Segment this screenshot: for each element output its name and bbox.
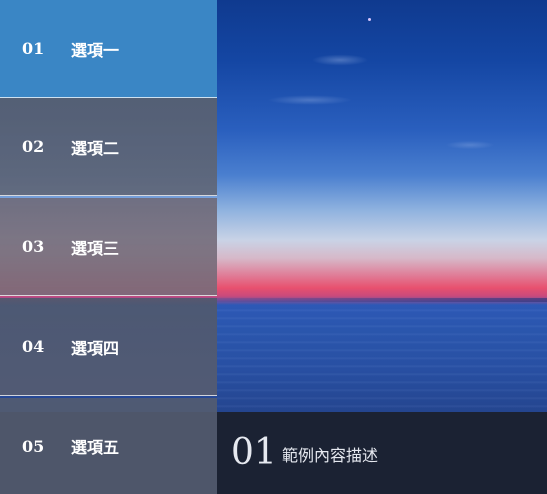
caption-number: 01 — [231, 432, 277, 473]
tab-label: 選項二 — [71, 138, 120, 158]
tab-sidebar: 01 選項一 02 選項二 03 選項三 04 選項四 05 選項五 — [0, 0, 217, 494]
slide-caption: 01 範例內容描述 — [217, 412, 547, 494]
sea-surface — [217, 304, 547, 412]
tab-label: 選項四 — [71, 338, 120, 358]
tab-option-1[interactable]: 01 選項一 — [0, 0, 217, 98]
tab-number: 01 — [22, 39, 45, 58]
tab-option-5[interactable]: 05 選項五 — [0, 398, 217, 494]
tab-number: 04 — [22, 337, 45, 356]
tab-option-2[interactable]: 02 選項二 — [0, 98, 217, 196]
tab-number: 05 — [22, 436, 45, 456]
tab-option-4[interactable]: 04 選項四 — [0, 298, 217, 396]
tab-label: 選項五 — [71, 438, 120, 457]
tab-option-3[interactable]: 03 選項三 — [0, 198, 217, 296]
tab-label: 選項三 — [71, 238, 120, 258]
star-dot — [368, 18, 371, 21]
tab-number: 03 — [22, 237, 45, 256]
horizon-line — [217, 298, 547, 302]
tab-label: 選項一 — [71, 40, 120, 60]
caption-text: 範例內容描述 — [282, 446, 379, 465]
tab-number: 02 — [22, 137, 45, 156]
